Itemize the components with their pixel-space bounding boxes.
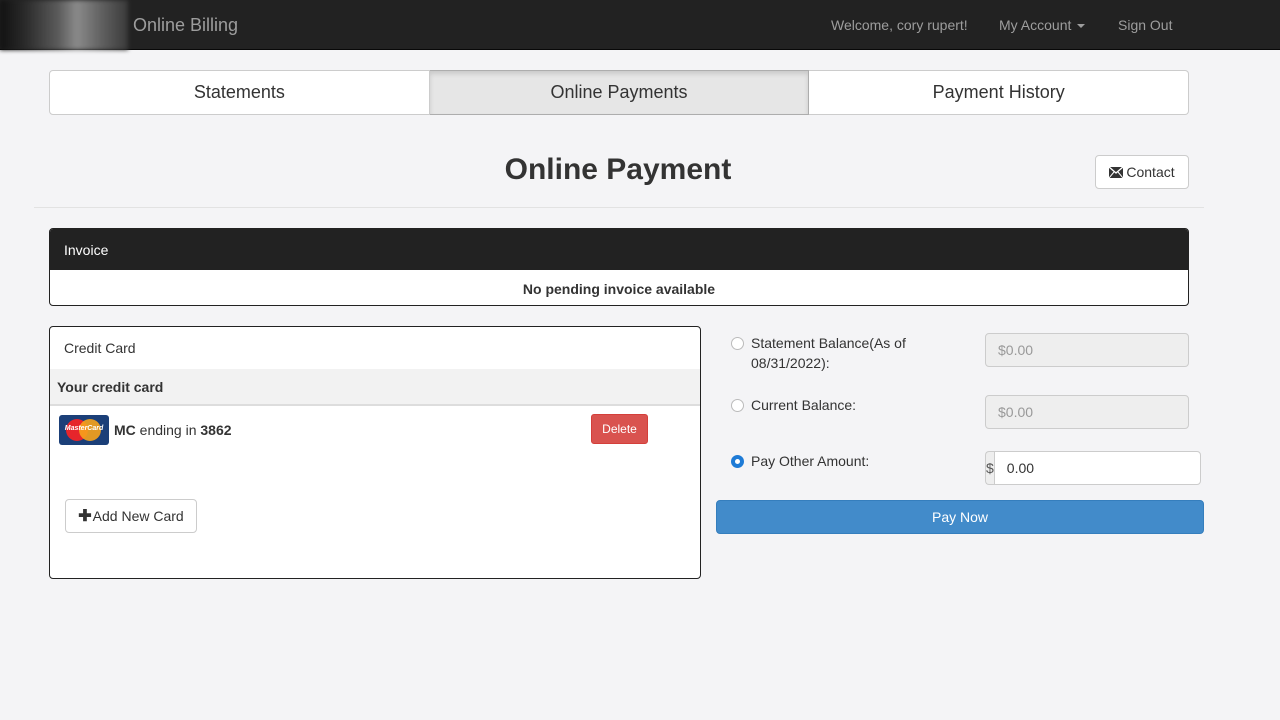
- pay-other-amount-group: $: [985, 451, 1201, 485]
- invoice-panel: Invoice No pending invoice available: [49, 228, 1189, 306]
- card-last4: 3862: [200, 422, 232, 438]
- card-type: MC: [114, 422, 136, 438]
- caret-down-icon: [1077, 24, 1086, 29]
- contact-label: Contact: [1126, 164, 1175, 180]
- credit-card-panel: Credit Card Your credit card MasterCard …: [49, 326, 701, 579]
- pay-now-button[interactable]: Pay Now: [716, 500, 1204, 534]
- contact-button[interactable]: Contact: [1095, 155, 1189, 189]
- my-account-dropdown[interactable]: My Account: [999, 17, 1086, 33]
- header-divider: [34, 207, 1204, 208]
- invoice-heading: Invoice: [50, 229, 1188, 270]
- add-new-card-button[interactable]: ✚ Add New Card: [65, 499, 197, 533]
- envelope-icon: [1109, 166, 1124, 178]
- tab-online-payments[interactable]: Online Payments: [429, 70, 810, 115]
- invoice-message: No pending invoice available: [522, 281, 716, 297]
- sign-out-link[interactable]: Sign Out: [1118, 17, 1172, 33]
- your-credit-card-subheading: Your credit card: [50, 369, 700, 406]
- current-balance-radio[interactable]: [731, 399, 744, 412]
- current-balance-field[interactable]: $0.00: [985, 395, 1189, 429]
- plus-icon: ✚: [78, 508, 92, 525]
- mastercard-icon: MasterCard: [59, 415, 109, 445]
- tab-payment-history[interactable]: Payment History: [809, 70, 1190, 115]
- statement-balance-radio[interactable]: [731, 337, 744, 350]
- add-new-card-label: Add New Card: [92, 508, 184, 524]
- credit-card-heading: Credit Card: [64, 340, 136, 356]
- pay-other-amount-input[interactable]: [993, 451, 1201, 485]
- current-balance-label: Current Balance:: [751, 397, 857, 413]
- my-account-label: My Account: [999, 17, 1072, 33]
- mastercard-logo-text: MasterCard: [64, 425, 104, 432]
- statement-balance-label: Statement Balance(As of 08/31/2022):: [751, 335, 906, 371]
- currency-addon: $: [985, 451, 994, 485]
- statement-balance-field[interactable]: $0.00: [985, 333, 1189, 367]
- delete-card-button[interactable]: Delete: [591, 414, 648, 444]
- saved-card-row: MasterCard MC ending in 3862 Delete: [50, 406, 700, 452]
- top-navbar: Online Billing Welcome, cory rupert! My …: [0, 0, 1280, 50]
- pay-other-amount-radio[interactable]: [731, 455, 744, 468]
- card-ending-text: ending in: [139, 422, 197, 438]
- card-description: MC ending in 3862: [114, 422, 232, 438]
- brand-name[interactable]: Online Billing: [133, 15, 238, 36]
- welcome-text: Welcome, cory rupert!: [831, 17, 968, 33]
- brand-logo[interactable]: [0, 0, 128, 50]
- pay-other-amount-label: Pay Other Amount:: [751, 453, 870, 469]
- tab-statements[interactable]: Statements: [49, 70, 430, 115]
- page-title: Online Payment: [504, 153, 732, 186]
- main-tabs: Statements Online Payments Payment Histo…: [49, 70, 1190, 115]
